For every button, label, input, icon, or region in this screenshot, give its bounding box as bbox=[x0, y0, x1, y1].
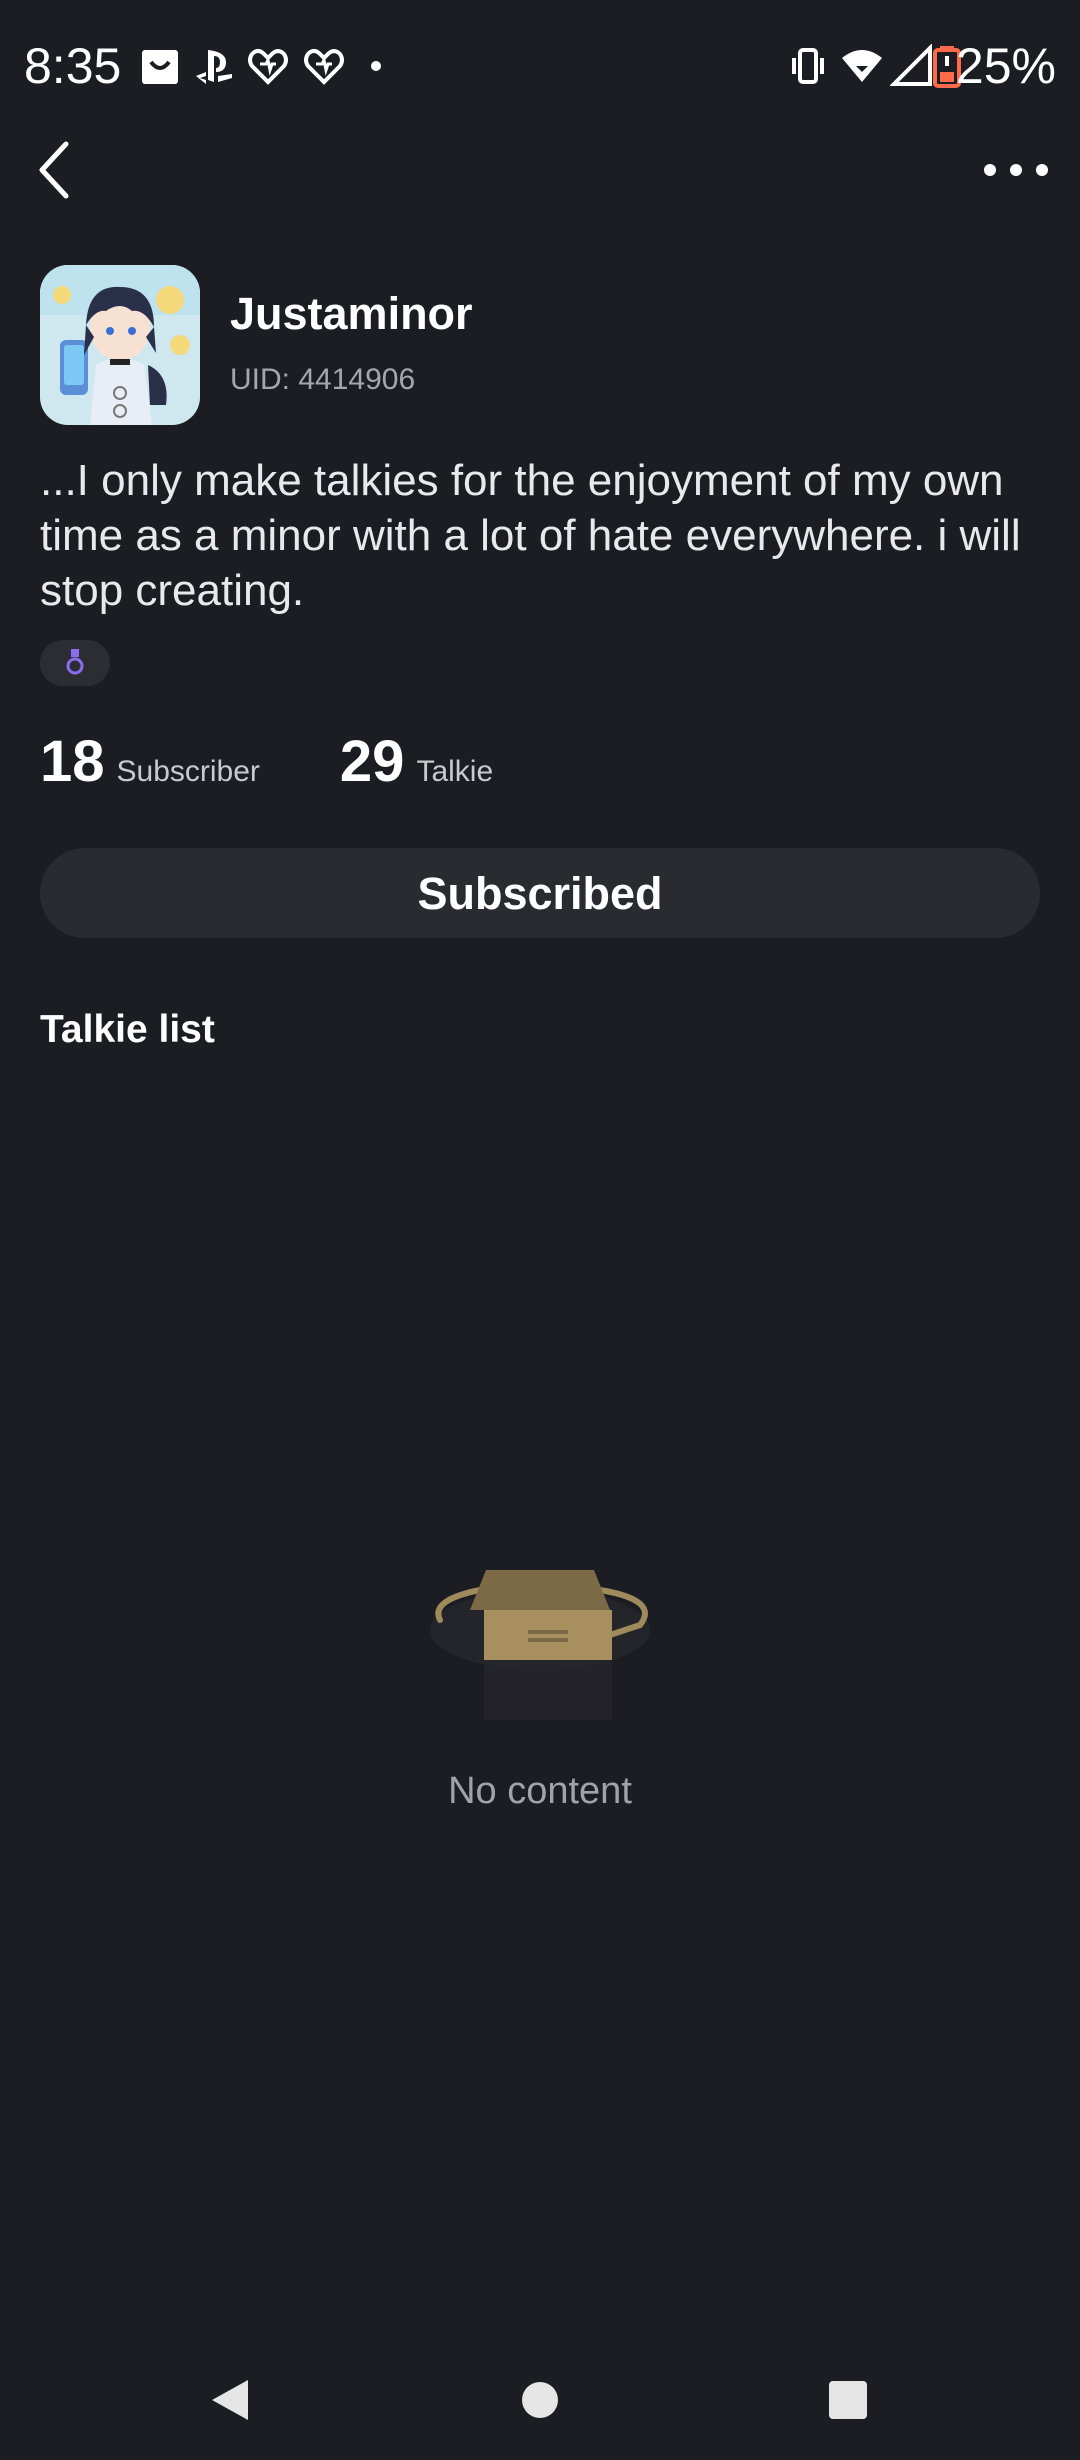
empty-box-icon bbox=[430, 1570, 650, 1720]
bio-text: ...I only make talkies for the enjoyment… bbox=[40, 456, 1021, 615]
playstation-icon bbox=[196, 50, 232, 84]
subscribed-button[interactable]: Subscribed bbox=[40, 848, 1040, 938]
talkie-list-title: Talkie list bbox=[40, 1008, 215, 1051]
back-triangle-icon bbox=[212, 2380, 248, 2420]
status-bar: 8:35 25% bbox=[0, 0, 1080, 130]
more-horizontal-icon bbox=[984, 164, 1048, 176]
more-options-button[interactable] bbox=[980, 140, 1052, 200]
battery-percentage: 25% bbox=[955, 38, 1056, 94]
badge-chip[interactable] bbox=[40, 640, 110, 686]
nav-recents-button[interactable] bbox=[818, 2370, 878, 2430]
back-button[interactable] bbox=[28, 130, 92, 210]
medal-icon bbox=[66, 649, 84, 675]
signal-icon bbox=[890, 44, 932, 86]
stats-row: 18 Subscriber 29 Talkie bbox=[40, 728, 493, 798]
nav-home-button[interactable] bbox=[510, 2370, 570, 2430]
nav-back-button[interactable] bbox=[200, 2370, 260, 2430]
chevron-left-icon bbox=[39, 141, 69, 199]
wifi-icon bbox=[842, 50, 882, 82]
vibrate-icon bbox=[792, 48, 824, 84]
talkie-count: 29 bbox=[339, 729, 405, 794]
shopping-bag-icon bbox=[142, 50, 178, 84]
avatar[interactable] bbox=[40, 265, 200, 425]
recents-square-icon bbox=[829, 2381, 867, 2419]
subscriber-count: 18 bbox=[40, 729, 105, 794]
dot-icon bbox=[371, 61, 381, 71]
empty-state-text: No content bbox=[448, 1770, 632, 1812]
home-circle-icon bbox=[522, 2382, 558, 2418]
subscriber-label: Subscriber bbox=[116, 755, 260, 788]
heart-app-icon bbox=[248, 49, 288, 85]
talkie-label: Talkie bbox=[416, 755, 494, 788]
username: Justaminor bbox=[230, 288, 473, 339]
profile-screen: 8:35 25% Justaminor UID: 4414906 ...I on… bbox=[0, 0, 1080, 2460]
user-id: UID: 4414906 bbox=[230, 363, 416, 396]
heart-app-icon bbox=[304, 49, 344, 85]
status-time: 8:35 bbox=[24, 38, 122, 94]
